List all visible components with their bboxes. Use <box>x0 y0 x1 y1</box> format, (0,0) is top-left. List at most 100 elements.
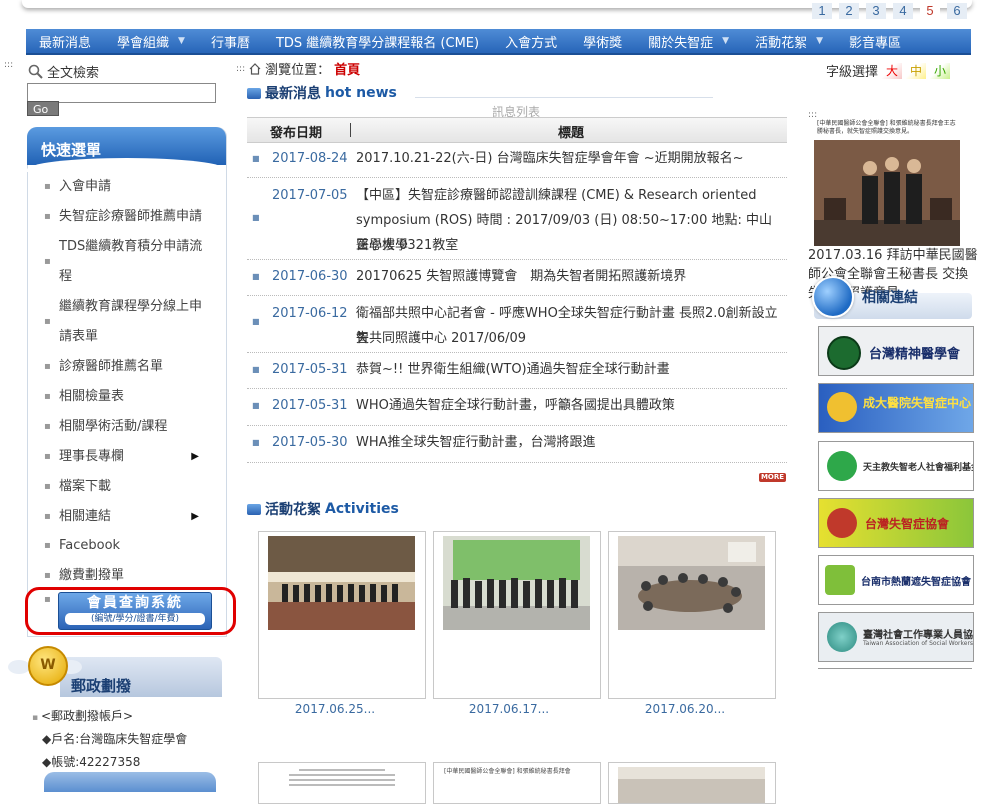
banner-text: 台灣精神醫學會 <box>869 347 961 362</box>
activity-card[interactable] <box>608 531 776 699</box>
nav-about-dementia[interactable]: 關於失智症 ▼ <box>635 29 742 53</box>
news-row[interactable]: ■ 2017-06-12 衛福部共照中心記者會 - 呼應WHO全球失智症行動計畫 … <box>247 295 787 353</box>
nav-video[interactable]: 影音專區 <box>836 29 914 53</box>
activity-card[interactable] <box>608 762 776 804</box>
page-link[interactable]: 2 <box>839 3 859 19</box>
foundation-logo-icon <box>827 451 857 481</box>
nav-award[interactable]: 學術獎 <box>570 29 635 53</box>
member-query-title: 會員查詢系統 <box>87 595 183 611</box>
news-date: 2017-08-24 <box>272 151 348 166</box>
link-banner[interactable]: 台灣失智症協會 <box>818 498 974 548</box>
nav-latest-news[interactable]: 最新消息 <box>26 29 104 53</box>
quick-item-scales[interactable]: ▪ 相關檢量表 <box>44 382 219 412</box>
news-row[interactable]: ■ 2017-05-31 WHO通過失智症全球行動計畫，呼籲各國提出具體政策 <box>247 388 787 426</box>
news-title[interactable]: WHA推全球失智症行動計畫，台灣將跟進 <box>356 430 784 455</box>
related-links-title: 相關連結 <box>862 290 918 306</box>
page-link[interactable]: 3 <box>866 3 886 19</box>
postal-account-name: ◆戶名:台灣臨床失智症學會 <box>42 732 188 746</box>
link-banner[interactable]: 台灣精神醫學會 <box>818 326 974 376</box>
activity-card[interactable]: [中華民國醫師公會全聯會] 和張維統秘書長拜會 <box>433 762 601 804</box>
activity-photo[interactable] <box>268 536 415 630</box>
news-title-line[interactable]: 正心樓 0321教室 <box>356 233 784 258</box>
quick-item-doctor-apply[interactable]: ▪ 失智症診療醫師推薦申請 <box>44 202 219 232</box>
activity-doc-header: [中華民國醫師公會全聯會] 和張維統秘書長拜會 <box>444 768 571 775</box>
quick-item-label: 理事長專欄 <box>59 449 125 464</box>
news-title[interactable]: 20170625 失智照護博覽會 期為失智者開拓照護新境界 <box>356 264 784 289</box>
quick-item-join[interactable]: ▪ 入會申請 <box>44 172 219 202</box>
activity-photo[interactable] <box>618 536 765 630</box>
search-icon <box>28 64 43 79</box>
quick-item-academic[interactable]: ▪ 相關學術活動/課程 <box>44 412 219 442</box>
nav-activities[interactable]: 活動花絮 ▼ <box>742 29 836 53</box>
search-input[interactable] <box>27 83 216 103</box>
nav-cme[interactable]: TDS 繼續教育學分課程報名 (CME) <box>263 29 492 53</box>
news-date: 2017-05-31 <box>272 398 348 413</box>
news-title-line[interactable]: 智共同照護中心 2017/06/09 <box>356 326 784 351</box>
banner-subtext: Taiwan Association of Social Workers <box>863 640 974 647</box>
page-link[interactable]: 6 <box>947 3 967 19</box>
activities-section-title: 活動花絮 Activities <box>247 499 399 519</box>
quick-item-course-credit[interactable]: ▪ 繼續教育課程學分線上申請表單 <box>44 292 219 352</box>
quick-item-doctor-list[interactable]: ▪ 診療醫師推薦名單 <box>44 352 219 382</box>
news-row[interactable]: ■ 2017-05-31 恭賀~!! 世界衛生組織(WTO)通過失智症全球行動計畫 <box>247 352 787 389</box>
quick-item-label: TDS繼續教育積分申請流程 <box>59 239 203 284</box>
activity-photo[interactable] <box>443 536 590 630</box>
nav-calendar[interactable]: 行事曆 <box>198 29 263 53</box>
activity-caption[interactable]: 2017.06.25... <box>252 702 418 716</box>
news-title[interactable]: 2017.10.21-22(六-日) 台灣臨床失智症學會年會 ~近期開放報名~ <box>356 146 784 171</box>
chevron-down-icon: ▼ <box>816 36 823 46</box>
feature-photo[interactable]: [中華民國醫師公會全聯會] 和張維統秘書長拜會王志勝秘書長，就失智症照護交換意見… <box>814 118 960 246</box>
news-title[interactable]: 【中區】失智症診療醫師認證訓練課程 (CME) & Research orien… <box>356 183 784 208</box>
postal-title: 郵政劃撥 <box>71 677 132 695</box>
link-banner[interactable]: 台南市熱蘭遮失智症協會 <box>818 555 974 605</box>
news-table-header: 發布日期 標題 <box>247 117 787 143</box>
nav-label: 最新消息 <box>39 35 92 51</box>
news-title-en: hot news <box>325 85 397 101</box>
tainan-logo-icon <box>825 565 855 595</box>
font-size-small-button[interactable]: 小 <box>930 62 951 79</box>
col-date: 發布日期 <box>270 126 323 141</box>
news-row[interactable]: ■ 2017-08-24 2017.10.21-22(六-日) 台灣臨床失智症學會… <box>247 142 787 178</box>
news-row[interactable]: ■ 2017-07-05 【中區】失智症診療醫師認證訓練課程 (CME) & Re… <box>247 177 787 260</box>
section-icon <box>247 87 261 99</box>
search-go-button[interactable]: Go <box>27 101 59 116</box>
news-date: 2017-05-31 <box>272 362 348 377</box>
nav-organization[interactable]: 學會組織 ▼ <box>104 29 198 53</box>
font-size-large-button[interactable]: 大 <box>882 62 903 79</box>
link-banner[interactable]: 成大醫院 失智症中心 <box>818 383 974 433</box>
quick-item-facebook[interactable]: ▪ Facebook <box>44 531 219 561</box>
hospital-logo-icon <box>827 392 857 422</box>
news-row[interactable]: ■ 2017-06-30 20170625 失智照護博覽會 期為失智者開拓照護新境… <box>247 259 787 296</box>
member-query-button[interactable]: 會員查詢系統 (編號/學分/證書/年費) <box>58 592 212 630</box>
page-link[interactable]: 4 <box>893 3 913 19</box>
activity-caption[interactable]: 2017.06.17... <box>426 702 592 716</box>
quick-item-president-column[interactable]: ▪ 理事長專欄 ▶ <box>44 442 219 472</box>
news-row[interactable]: ■ 2017-05-30 WHA推全球失智症行動計畫，台灣將跟進 <box>247 425 787 463</box>
pager: 1 2 3 4 5 6 <box>812 3 967 19</box>
quick-item-label: Facebook <box>59 538 121 553</box>
nav-membership[interactable]: 入會方式 <box>492 29 570 53</box>
quick-item-related-links[interactable]: ▪ 相關連結 ▶ <box>44 502 219 532</box>
page-link-current[interactable]: 5 <box>920 3 940 19</box>
divider <box>415 97 713 98</box>
activity-caption[interactable]: 2017.06.20... <box>602 702 768 716</box>
page-link[interactable]: 1 <box>812 3 832 19</box>
activity-card[interactable] <box>258 762 426 804</box>
font-size-medium-button[interactable]: 中 <box>906 62 927 79</box>
link-banner[interactable]: 天主教失智老人社會福利基金會 <box>818 441 974 491</box>
activity-card[interactable] <box>433 531 601 699</box>
nav-label: 關於失智症 <box>648 35 714 51</box>
quick-item-tds-credit[interactable]: ▪ TDS繼續教育積分申請流程 <box>44 232 219 292</box>
news-title[interactable]: 恭賀~!! 世界衛生組織(WTO)通過失智症全球行動計畫 <box>356 357 784 382</box>
breadcrumb-current[interactable]: 首頁 <box>334 59 360 78</box>
news-title[interactable]: WHO通過失智症全球行動計畫，呼籲各國提出具體政策 <box>356 393 784 418</box>
activity-card[interactable] <box>258 531 426 699</box>
breadcrumb: ::: 瀏覽位置： 首頁 <box>236 59 360 78</box>
activities-title-zh: 活動花絮 <box>265 502 321 518</box>
more-button[interactable]: MORE <box>759 473 786 482</box>
main-nav: 最新消息 學會組織 ▼ 行事曆 TDS 繼續教育學分課程報名 (CME) 入會方式… <box>26 29 971 55</box>
nav-label: TDS 繼續教育學分課程報名 (CME) <box>275 35 480 51</box>
quick-item-downloads[interactable]: ▪ 檔案下載 <box>44 472 219 502</box>
link-banner[interactable]: 臺灣社會工作專業人員協會 Taiwan Association of Socia… <box>818 612 974 662</box>
banner-text: 台南市熱蘭遮失智症協會 <box>861 577 971 588</box>
